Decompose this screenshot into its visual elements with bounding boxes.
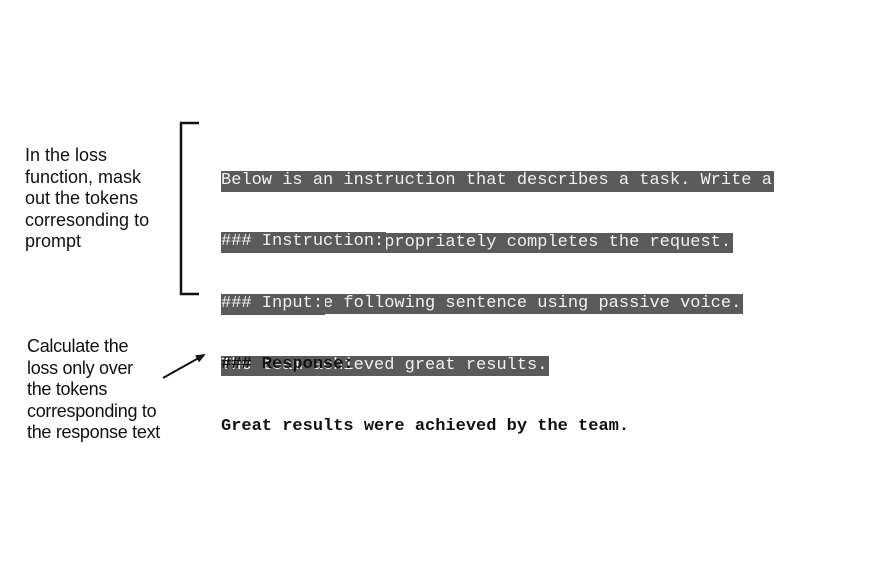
prompt-bracket — [179, 121, 199, 296]
diagram-overlay — [162, 121, 206, 379]
response-arrow-icon — [162, 354, 206, 379]
